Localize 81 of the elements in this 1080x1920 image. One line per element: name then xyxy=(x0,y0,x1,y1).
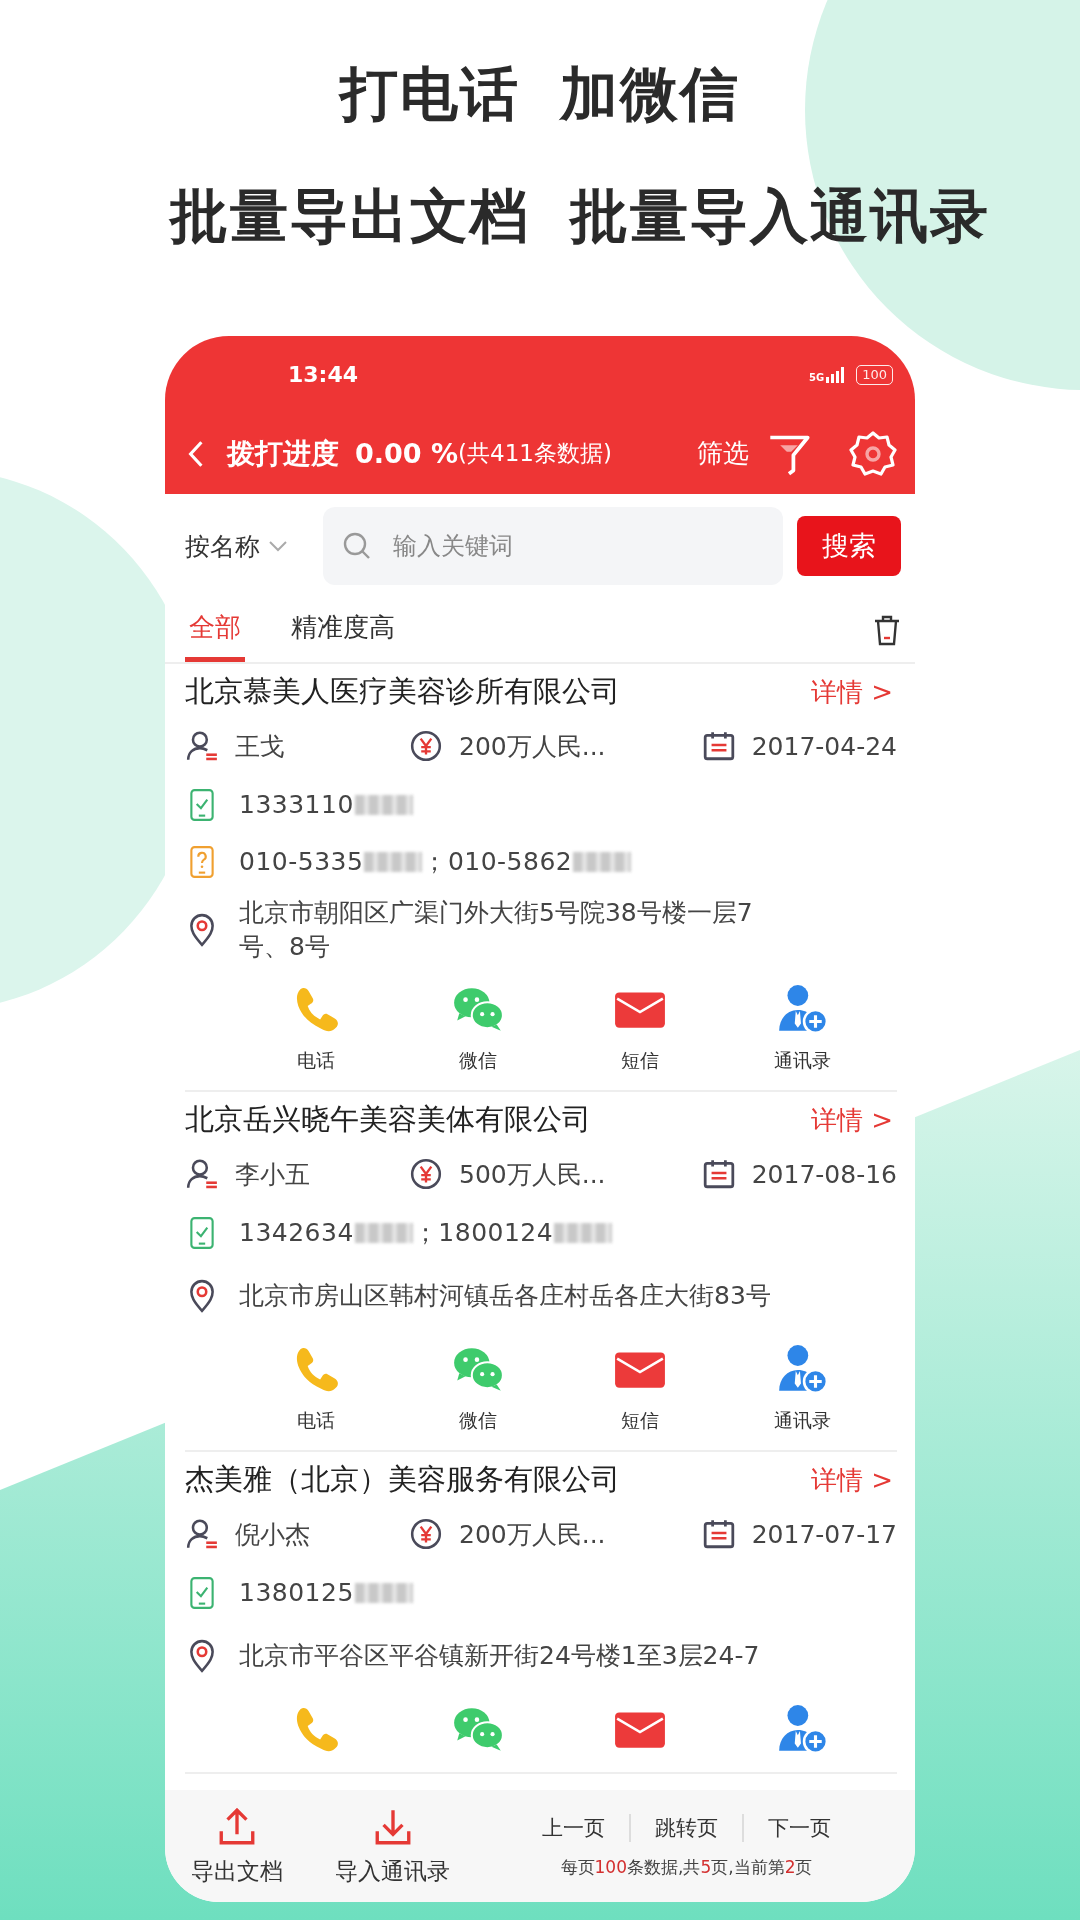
blurred-digits xyxy=(354,794,413,815)
headline-text: 打电话 xyxy=(340,59,520,130)
page-link[interactable]: 下一页 xyxy=(742,1813,855,1842)
scope-dropdown[interactable]: 按名称 xyxy=(185,529,313,563)
location-pin-icon xyxy=(187,1638,217,1673)
founding-date: 2017-08-16 xyxy=(751,1159,897,1189)
mobile-check-icon xyxy=(189,1215,215,1250)
address-text: 北京市平谷区平谷镇新开街24号楼1至3层24-7 xyxy=(239,1639,761,1672)
detail-link[interactable]: 详情 > xyxy=(810,1102,893,1138)
filter-button[interactable]: 筛选 xyxy=(697,436,749,471)
contact-action-button[interactable]: 微信 xyxy=(397,982,559,1074)
bottom-action-button[interactable]: 导出文档 xyxy=(185,1804,289,1888)
phone-number: 010-5335 xyxy=(239,847,364,876)
contact-action-button[interactable]: 通讯录 xyxy=(721,1342,883,1434)
mobile-number: 1380125 xyxy=(239,1578,354,1607)
detail-link[interactable]: 详情 > xyxy=(810,1462,893,1498)
calendar-icon xyxy=(701,729,736,763)
battery-level: 100 xyxy=(856,364,893,385)
contact-action-button[interactable]: 电话 xyxy=(235,982,397,1074)
founding-date: 2017-04-24 xyxy=(751,731,897,761)
calendar-icon xyxy=(701,1157,736,1191)
record-count: (共411条数据) xyxy=(458,439,612,468)
blurred-digits xyxy=(573,851,632,872)
blurred-digits xyxy=(354,1582,413,1603)
founding-date: 2017-07-17 xyxy=(751,1519,897,1549)
page-summary: 每页100条数据,共5页,当前第2页 xyxy=(560,1855,813,1879)
filter-tab[interactable]: 全部 xyxy=(185,598,245,662)
contact-name: 倪小杰 xyxy=(235,1518,310,1551)
bottom-action-button[interactable]: 导入通讯录 xyxy=(329,1804,456,1888)
contact-action-button[interactable]: 微信 xyxy=(397,1342,559,1434)
filter-tab[interactable]: 精准度高 xyxy=(287,598,399,662)
yen-icon xyxy=(409,729,443,763)
registered-capital: 200万人民... xyxy=(459,730,606,763)
calendar-icon xyxy=(701,1517,736,1551)
page-link[interactable]: 上一页 xyxy=(518,1813,629,1842)
chevron-down-icon xyxy=(268,540,288,552)
address-text: 北京市朝阳区广渠门外大街5号院38号楼一层7号、8号 xyxy=(239,897,754,963)
headline-text: 批量导出文档 xyxy=(170,181,530,252)
person-icon xyxy=(185,729,219,763)
blurred-digits xyxy=(354,1222,413,1243)
registered-capital: 200万人民... xyxy=(459,1518,606,1551)
mobile-number: ；1800124 xyxy=(412,1217,554,1249)
page-title: 拨打进度 xyxy=(227,435,339,472)
yen-icon xyxy=(409,1157,443,1191)
search-button[interactable]: 搜索 xyxy=(797,516,901,576)
contact-name: 李小五 xyxy=(235,1158,310,1191)
person-icon xyxy=(185,1517,219,1551)
contact-action-button[interactable]: 通讯录 xyxy=(721,982,883,1074)
signal-icon xyxy=(826,366,847,383)
address-text: 北京市房山区韩村河镇岳各庄村岳各庄大街83号 xyxy=(239,1279,772,1312)
blurred-digits xyxy=(554,1222,613,1243)
mobile-check-icon xyxy=(189,787,215,822)
mobile-number: 1333110 xyxy=(239,790,354,819)
company-name: 杰美雅（北京）美容服务有限公司 xyxy=(185,1461,620,1498)
contact-action-button[interactable]: 电话 xyxy=(235,1342,397,1434)
registered-capital: 500万人民... xyxy=(459,1158,606,1191)
contact-action-button[interactable]: 短信 xyxy=(559,1342,721,1434)
contact-action-button[interactable]: 短信 xyxy=(559,982,721,1074)
location-pin-icon xyxy=(187,1278,217,1313)
company-name: 北京慕美人医疗美容诊所有限公司 xyxy=(185,673,620,710)
yen-icon xyxy=(409,1517,443,1551)
trash-icon[interactable] xyxy=(873,614,901,646)
location-pin-icon xyxy=(187,913,217,947)
search-field[interactable]: 输入关键词 xyxy=(323,507,783,585)
phone-number: ；010-5862 xyxy=(422,846,573,878)
mobile-check-icon xyxy=(189,1575,215,1610)
page-link[interactable]: 跳转页 xyxy=(629,1813,742,1842)
headline-text: 批量导入通讯录 xyxy=(570,181,990,252)
company-name: 北京岳兴晓午美容美体有限公司 xyxy=(185,1101,591,1138)
mobile-question-icon xyxy=(189,844,215,879)
blurred-digits xyxy=(364,851,423,872)
status-time: 13:44 xyxy=(288,362,359,387)
headline-text: 加微信 xyxy=(560,59,740,130)
network-label: 5G xyxy=(809,371,825,383)
person-icon xyxy=(185,1157,219,1191)
back-button[interactable] xyxy=(187,438,205,469)
mobile-number: 1342634 xyxy=(239,1218,354,1247)
detail-link[interactable]: 详情 > xyxy=(810,674,893,710)
progress-percent: 0.00 % xyxy=(355,438,459,469)
settings-icon[interactable] xyxy=(849,429,897,478)
contact-name: 王戈 xyxy=(235,730,285,763)
